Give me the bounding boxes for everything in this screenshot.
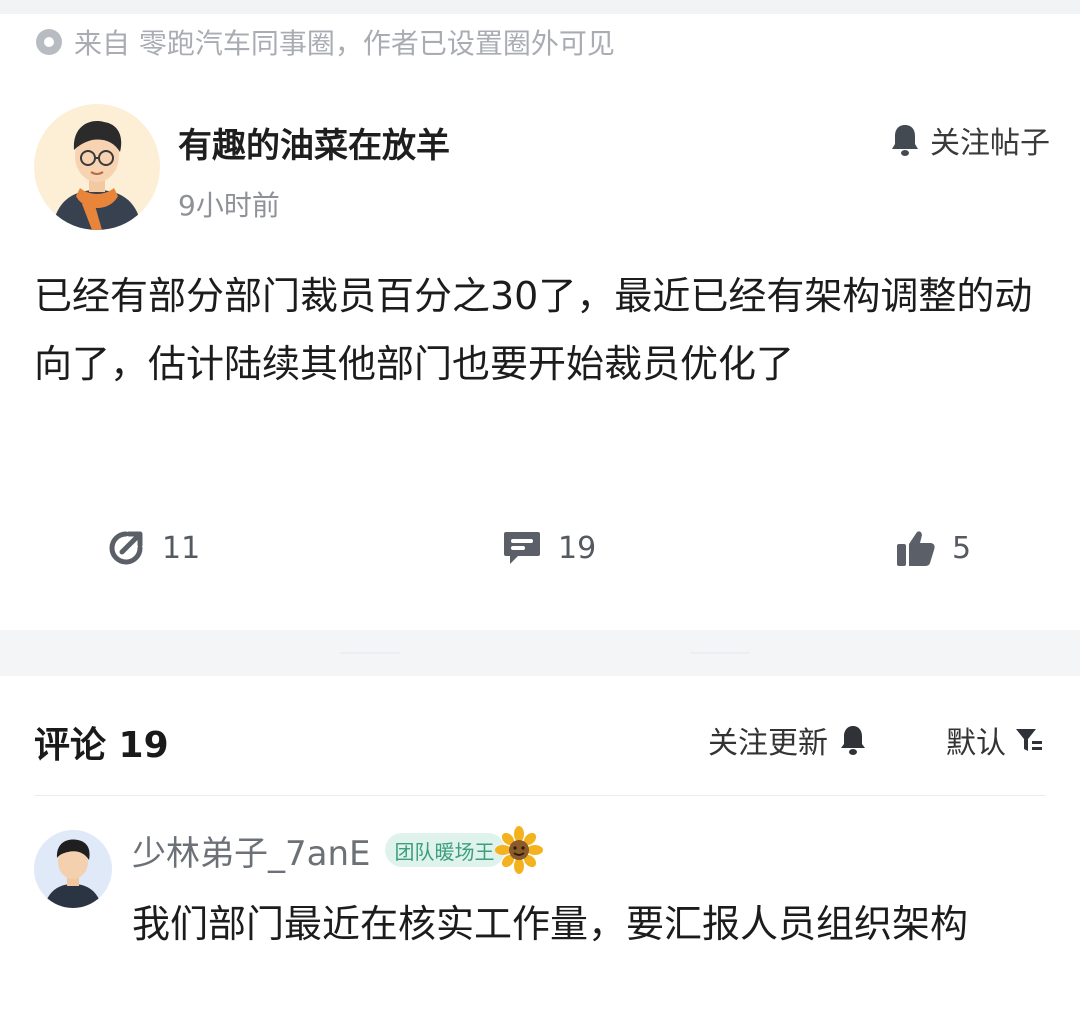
bell-icon [892,125,918,156]
sort-label: 默认 [946,726,1006,761]
post-body: 已经有部分部门裁员百分之30了，最近已经有架构调整的动向了，估计陆续其他部门也要… [34,274,1033,386]
filter-icon [1016,729,1042,751]
share-icon [109,531,143,565]
user-badge: 团队暖场王 [384,833,505,867]
commenter-info: 少林弟子_7anE 团队暖场王 [132,824,543,876]
comments-divider [34,795,1046,796]
sunflower-icon [494,826,543,874]
post-time: 9小时前 [178,189,280,222]
follow-updates-button[interactable]: 关注更新 [708,718,868,762]
avatar-illustration [44,839,102,908]
author-avatar[interactable] [34,104,160,230]
post-detail-page: 来自 零跑汽车同事圈，作者已设置圈外可见 有趣的油菜在放羊 9小时前 关注帖子 … [0,0,1080,1019]
separator-line-right [690,652,750,654]
avatar-illustration [52,121,142,230]
separator-line-left [340,652,400,654]
share-button[interactable]: 11 [104,520,200,576]
comment-count: 19 [558,530,597,566]
like-button[interactable]: 5 [894,520,971,576]
follow-updates-label: 关注更新 [708,726,828,761]
commenter-avatar[interactable] [34,830,112,908]
like-count: 5 [952,530,972,566]
comment-text: 我们部门最近在核实工作量，要汇报人员组织架构 [132,902,969,946]
section-separator [0,630,1080,676]
thumbs-up-icon [897,531,935,566]
commenter-name[interactable]: 少林弟子_7anE [132,826,371,875]
source-info: 来自 零跑汽车同事圈，作者已设置圈外可见 [34,22,615,62]
source-text: 来自 零跑汽车同事圈，作者已设置圈外可见 [74,27,615,60]
comment-icon [504,532,540,564]
share-count: 11 [162,530,201,566]
comment-button[interactable]: 19 [500,520,596,576]
author-name[interactable]: 有趣的油菜在放羊 [178,118,450,167]
visibility-circle-icon [36,29,62,55]
comments-title: 评论 19 [34,725,169,766]
follow-post-button[interactable]: 关注帖子 [888,118,1050,162]
bell-icon [841,726,865,755]
sort-dropdown[interactable]: 默认 [946,718,1044,762]
top-strip [0,0,1080,14]
post-actions: 11 19 5 [0,520,1080,576]
follow-post-label: 关注帖子 [930,126,1050,161]
